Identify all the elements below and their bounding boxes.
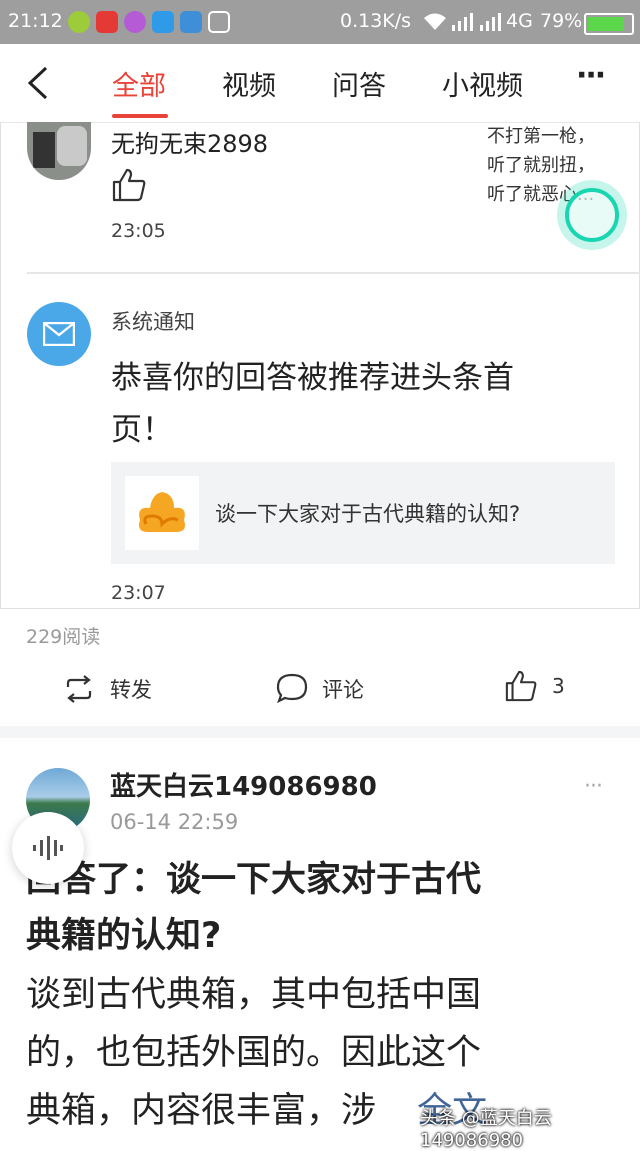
- divider: [27, 272, 640, 274]
- comment-label: 评论: [322, 678, 364, 702]
- more-menu-icon[interactable]: ···: [576, 58, 606, 93]
- snippet-line: 不打第一枪，: [487, 126, 595, 147]
- snippet-line: 听了就别扭，: [487, 155, 595, 176]
- forward-label: 转发: [110, 678, 152, 702]
- post-body-text: 典箱，内容很丰富，涉: [26, 1091, 377, 1131]
- news-app-icon: [96, 11, 118, 33]
- e-app-icon: [124, 11, 146, 33]
- post-body-line: 谈到古代典箱，其中包括中国: [26, 975, 482, 1015]
- signal-icon: [452, 13, 473, 31]
- forward-icon: [66, 675, 92, 703]
- battery-icon: [584, 13, 634, 35]
- status-bar: 21:12 0.13K/s 4G 79%: [0, 0, 640, 44]
- audio-wave-icon: [33, 836, 63, 860]
- status-time: 21:12: [8, 10, 63, 32]
- notification-card: 无拘无束2898 23:05 不打第一枪， 听了就别扭， 听了就恶心... 系统…: [0, 122, 640, 608]
- notice-time: 23:07: [111, 582, 166, 604]
- tab-all[interactable]: 全部: [112, 64, 166, 103]
- tab-bar: 全部 视频 问答 小视频 ···: [0, 44, 640, 123]
- notice-message: 恭喜你的回答被推荐进头条首 页！: [111, 352, 514, 456]
- divider: [0, 608, 640, 609]
- question-link-card[interactable]: 谈一下大家对于古代典籍的认知?: [111, 462, 615, 564]
- like-count: 3: [552, 674, 565, 698]
- post-date: 06-14 22:59: [110, 810, 239, 834]
- author-name[interactable]: 蓝天白云149086980: [110, 766, 377, 803]
- signal-icon-2: [480, 13, 501, 31]
- watermark: 头条 @蓝天白云149086980: [420, 1108, 552, 1151]
- system-notice-avatar: [27, 302, 91, 366]
- floating-assistant-button[interactable]: [557, 180, 627, 250]
- question-title[interactable]: 谈一下大家对于古代典籍的认知?: [215, 498, 520, 528]
- battery-percent: 79%: [540, 10, 583, 32]
- comment-username[interactable]: 无拘无束2898: [111, 124, 268, 159]
- forward-button[interactable]: 转发: [64, 670, 174, 706]
- mail-icon: [43, 322, 75, 346]
- cloud-logo-icon: [139, 492, 185, 532]
- browser-app-icon: [152, 11, 174, 33]
- photo-app-icon: [180, 11, 202, 33]
- network-type: 4G: [506, 10, 533, 32]
- tab-qa[interactable]: 问答: [332, 64, 386, 103]
- post-body-line: 的，也包括外国的。因此这个: [26, 1033, 482, 1073]
- read-count: 229阅读: [26, 626, 101, 648]
- like-icon[interactable]: [111, 168, 147, 202]
- scan-icon: [208, 11, 230, 33]
- post-title-line: 典籍的认知?: [26, 916, 222, 956]
- section-separator: [0, 726, 640, 738]
- comment-icon: [276, 673, 308, 704]
- voice-button[interactable]: [12, 812, 84, 884]
- comment-time: 23:05: [111, 220, 166, 242]
- tab-video[interactable]: 视频: [222, 64, 276, 103]
- avatar[interactable]: [27, 122, 91, 180]
- thumbs-up-icon: [505, 670, 537, 702]
- notice-message-line: 恭喜你的回答被推荐进头条首: [111, 360, 514, 396]
- plus-app-icon: [68, 11, 90, 33]
- comment-button[interactable]: 评论: [276, 670, 386, 706]
- notice-sender: 系统通知: [111, 310, 195, 334]
- net-speed: 0.13K/s: [340, 10, 412, 32]
- back-icon[interactable]: [26, 66, 50, 100]
- notice-message-line: 页！: [111, 412, 173, 448]
- post-title-line: 回答了：谈一下大家对于古代: [26, 860, 482, 900]
- wifi-icon: [424, 13, 446, 30]
- active-tab-indicator: [112, 114, 168, 118]
- post-title[interactable]: 回答了：谈一下大家对于古代 典籍的认知?: [26, 852, 616, 964]
- post-more-icon[interactable]: ···: [584, 774, 603, 799]
- tab-short-video[interactable]: 小视频: [442, 64, 523, 103]
- question-thumbnail: [125, 476, 199, 550]
- like-button[interactable]: 3: [504, 668, 584, 706]
